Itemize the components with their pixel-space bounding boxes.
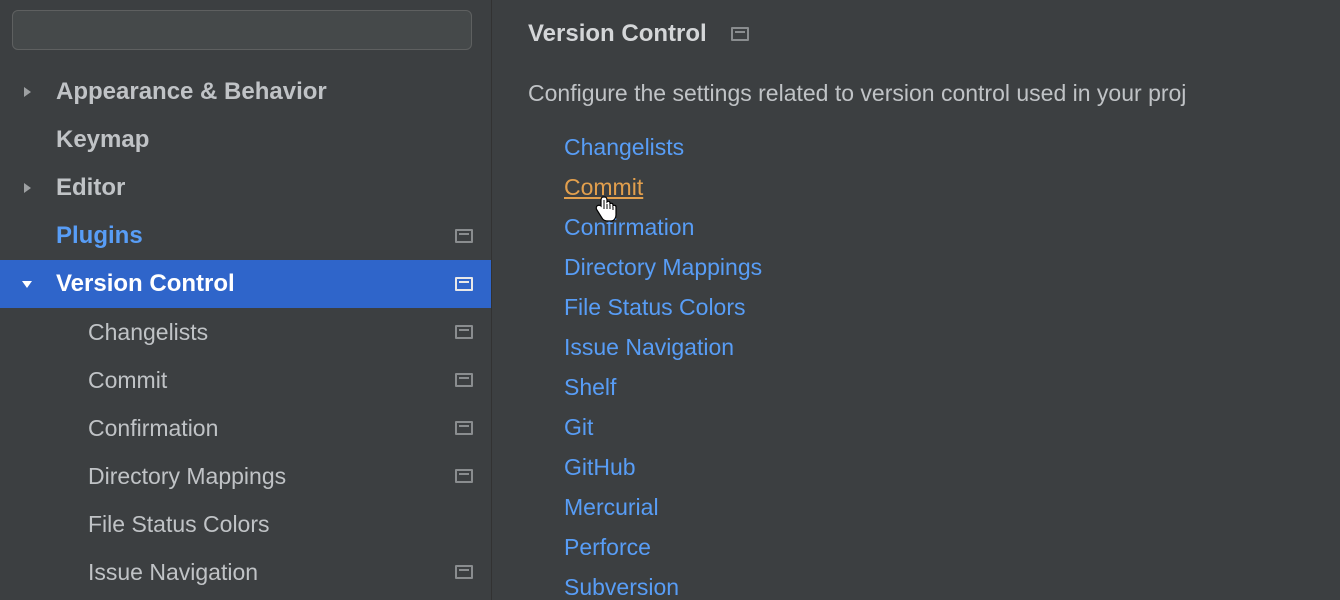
main-header: Version Control	[528, 20, 1340, 48]
settings-link-issue-navigation[interactable]: Issue Navigation	[564, 327, 734, 367]
tree-item-changelists[interactable]: Changelists	[0, 308, 491, 356]
settings-link-perforce[interactable]: Perforce	[564, 527, 651, 567]
tree-item-label: Editor	[56, 174, 477, 202]
settings-sidebar: Appearance & Behavior Keymap Editor Plugins…	[0, 0, 492, 600]
tree-item-editor[interactable]: Editor	[0, 164, 491, 212]
tree-item-file-status-colors[interactable]: File Status Colors	[0, 500, 491, 548]
project-scope-icon	[455, 229, 473, 243]
settings-link-mercurial[interactable]: Mercurial	[564, 487, 659, 527]
settings-link-changelists[interactable]: Changelists	[564, 127, 684, 167]
tree-item-label: Version Control	[56, 270, 455, 298]
tree-item-label: Commit	[88, 367, 455, 394]
tree-item-label: Changelists	[88, 319, 455, 346]
tree-item-keymap[interactable]: Keymap	[0, 116, 491, 164]
search-container	[12, 10, 479, 50]
settings-link-confirmation[interactable]: Confirmation	[564, 207, 694, 247]
project-scope-icon	[455, 565, 473, 579]
tree-item-plugins[interactable]: Plugins	[0, 212, 491, 260]
page-description: Configure the settings related to versio…	[528, 80, 1340, 107]
settings-link-directory-mappings[interactable]: Directory Mappings	[564, 247, 762, 287]
tree-item-appearance-behavior[interactable]: Appearance & Behavior	[0, 68, 491, 116]
search-input[interactable]	[12, 10, 472, 50]
tree-item-confirmation[interactable]: Confirmation	[0, 404, 491, 452]
tree-item-directory-mappings[interactable]: Directory Mappings	[0, 452, 491, 500]
settings-tree: Appearance & Behavior Keymap Editor Plugins…	[0, 60, 491, 600]
tree-item-label: Plugins	[56, 222, 455, 250]
settings-link-subversion[interactable]: Subversion	[564, 567, 679, 600]
project-scope-icon	[455, 469, 473, 483]
chevron-down-icon[interactable]	[20, 277, 56, 291]
tree-item-label: File Status Colors	[88, 511, 477, 538]
tree-item-commit[interactable]: Commit	[0, 356, 491, 404]
project-scope-icon	[455, 373, 473, 387]
settings-link-commit[interactable]: Commit	[564, 167, 643, 207]
tree-item-label: Keymap	[56, 126, 477, 154]
chevron-right-icon[interactable]	[20, 181, 56, 195]
tree-item-label: Directory Mappings	[88, 463, 455, 490]
project-scope-icon	[731, 27, 749, 41]
tree-item-version-control[interactable]: Version Control	[0, 260, 491, 308]
project-scope-icon	[455, 421, 473, 435]
tree-item-label: Issue Navigation	[88, 559, 455, 586]
tree-item-issue-navigation[interactable]: Issue Navigation	[0, 548, 491, 596]
chevron-right-icon[interactable]	[20, 85, 56, 99]
tree-item-label: Confirmation	[88, 415, 455, 442]
project-scope-icon	[455, 277, 473, 291]
settings-link-git[interactable]: Git	[564, 407, 593, 447]
project-scope-icon	[455, 325, 473, 339]
settings-link-shelf[interactable]: Shelf	[564, 367, 616, 407]
settings-link-github[interactable]: GitHub	[564, 447, 636, 487]
search-wrapper	[0, 0, 491, 60]
settings-link-list: ChangelistsCommitConfirmationDirectory M…	[528, 127, 1340, 600]
settings-link-file-status-colors[interactable]: File Status Colors	[564, 287, 746, 327]
page-title: Version Control	[528, 20, 707, 48]
tree-item-label: Appearance & Behavior	[56, 78, 477, 106]
settings-main-panel: Version Control Configure the settings r…	[492, 0, 1340, 600]
